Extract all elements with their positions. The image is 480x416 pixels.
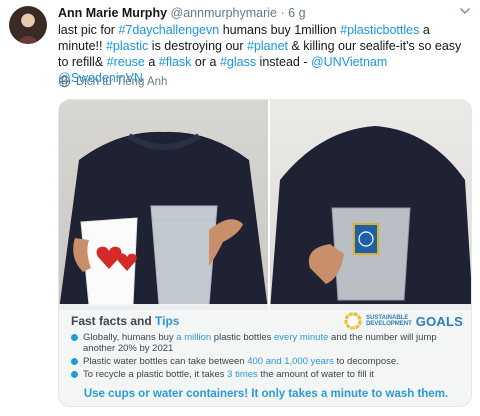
fact-highlight: a million xyxy=(176,332,212,343)
photo-right-illustration xyxy=(270,126,471,310)
fact-highlight: 3 times xyxy=(227,369,258,380)
hashtag-link[interactable]: #glass xyxy=(220,55,256,69)
call-to-action: Use cups or water containers! It only ta… xyxy=(83,388,449,400)
fact-item: To recycle a plastic bottle, it takes 3 … xyxy=(71,369,463,380)
tweet-header: Ann Marie Murphy @annmurphymarie · 6 g xyxy=(58,6,306,20)
photo-glass xyxy=(270,100,471,310)
tweet-text-segment: instead - xyxy=(256,55,311,69)
hashtag-link[interactable]: #plastic xyxy=(106,39,148,53)
hashtag-link[interactable]: #7daychallengevn xyxy=(118,23,219,37)
hashtag-link[interactable]: #plasticbottles xyxy=(340,23,419,37)
fast-facts-panel: Fast facts and Tips SUSTAINABLE DEVELOPM… xyxy=(59,304,471,406)
tweet-text-segment: last pic for xyxy=(58,23,119,37)
photo-paper-and-plastic-cups xyxy=(59,100,268,310)
sdg-wheel-icon xyxy=(344,312,362,330)
sdg-logo: SUSTAINABLE DEVELOPMENT GOALS xyxy=(344,312,463,330)
chevron-down-icon[interactable] xyxy=(458,4,472,18)
globe-icon xyxy=(58,75,71,88)
fact-text: plastic bottles xyxy=(211,332,274,343)
sdg-line2: DEVELOPMENT xyxy=(366,321,412,327)
hashtag-link[interactable]: #reuse xyxy=(107,55,145,69)
photo-left-illustration xyxy=(59,131,268,310)
fact-highlight: 400 and 1,000 years xyxy=(247,356,334,367)
tweet-text-segment: is destroying our xyxy=(148,39,247,53)
translate-link[interactable]: Dịch từ Tiếng Anh xyxy=(58,75,167,88)
tweet-time[interactable]: 6 g xyxy=(288,6,305,20)
fact-text: to decompose. xyxy=(333,356,399,367)
sdg-text: SUSTAINABLE DEVELOPMENT xyxy=(366,315,412,328)
author-name[interactable]: Ann Marie Murphy xyxy=(58,6,167,20)
fact-text: Globally, humans buy xyxy=(83,332,177,343)
fast-facts-title: Fast facts and Tips xyxy=(71,314,179,328)
fact-item: Plastic water bottles can take between 4… xyxy=(71,356,463,367)
tweet-text-segment: humans buy 1million xyxy=(219,23,341,37)
author-handle[interactable]: @annmurphymarie xyxy=(171,6,277,20)
fact-text: Plastic water bottles can take between xyxy=(83,356,248,367)
mention-link[interactable]: @UNVietnam xyxy=(311,55,387,69)
fast-facts-title-tips: Tips xyxy=(155,314,180,328)
hashtag-link[interactable]: #planet xyxy=(247,39,288,53)
fact-item: Globally, humans buy a million plastic b… xyxy=(71,332,463,354)
fact-highlight: every minute xyxy=(274,332,329,343)
sdg-goals: GOALS xyxy=(415,313,463,329)
separator: · xyxy=(280,6,285,20)
tweet-text-segment: or a xyxy=(191,55,220,69)
tweet-text-segment: a xyxy=(144,55,159,69)
translate-label: Dịch từ Tiếng Anh xyxy=(76,75,168,88)
hashtag-link[interactable]: #flask xyxy=(159,55,192,69)
tweet-media[interactable]: Fast facts and Tips SUSTAINABLE DEVELOPM… xyxy=(58,99,472,407)
fact-text: To recycle a plastic bottle, it takes xyxy=(83,369,228,380)
fact-text: the amount of water to fill it xyxy=(257,369,374,380)
fast-facts-title-text: Fast facts and xyxy=(71,314,156,328)
avatar[interactable] xyxy=(9,6,47,44)
facts-list: Globally, humans buy a million plastic b… xyxy=(71,332,463,382)
